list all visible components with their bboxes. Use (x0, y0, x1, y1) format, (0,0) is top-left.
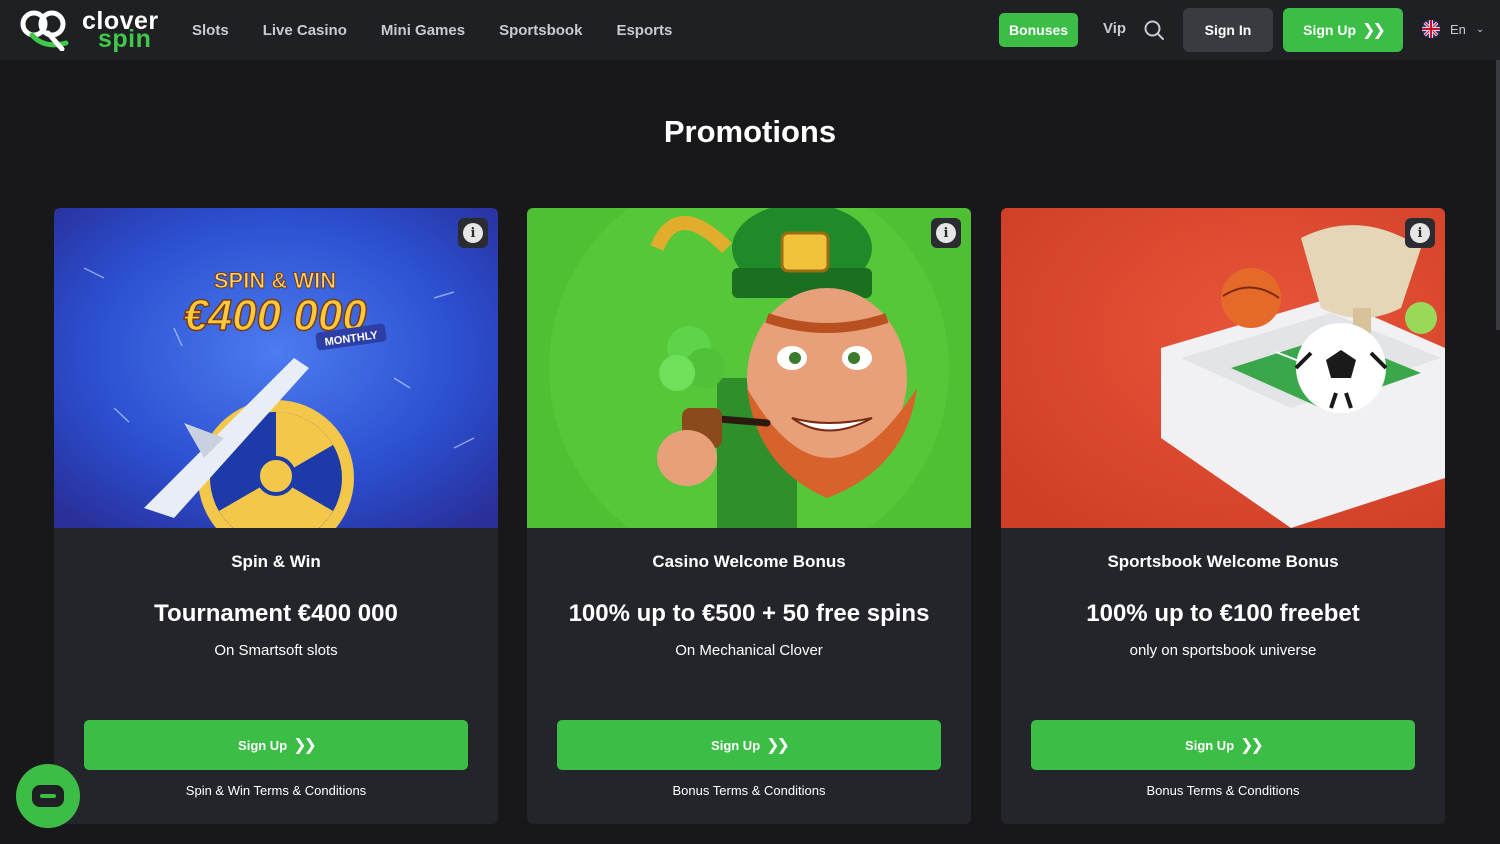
clover-spin-logo[interactable]: clover spin (18, 8, 178, 52)
promo-card-casino-welcome: i Casino Welcome Bonus 100% up to €500 +… (527, 208, 971, 824)
card-subtitle: On Smartsoft slots (214, 642, 338, 659)
main-nav: Slots Live Casino Mini Games Sportsbook … (192, 0, 706, 60)
sign-in-button[interactable]: Sign In (1183, 8, 1273, 52)
promo-banner-image[interactable]: i (1001, 208, 1445, 528)
card-offer: 100% up to €500 + 50 free spins (568, 600, 930, 627)
double-chevron-right-icon: ❯❯ (1362, 22, 1386, 39)
terms-link[interactable]: Bonus Terms & Conditions (1001, 783, 1445, 798)
card-sign-up-label: Sign Up (1185, 737, 1235, 753)
card-sign-up-button[interactable]: Sign Up ❯❯ (84, 720, 468, 770)
double-chevron-right-icon: ❯❯ (766, 737, 790, 754)
info-icon[interactable]: i (458, 218, 488, 248)
page-title: Promotions (663, 114, 837, 149)
vip-link[interactable]: Vip (1103, 20, 1126, 37)
promo-banner-image[interactable]: i (527, 208, 971, 528)
info-icon[interactable]: i (931, 218, 961, 248)
terms-link[interactable]: Bonus Terms & Conditions (527, 783, 971, 798)
bonuses-button[interactable]: Bonuses (999, 13, 1078, 47)
nav-mini-games[interactable]: Mini Games (381, 22, 465, 39)
double-chevron-right-icon: ❯❯ (293, 737, 317, 754)
card-offer: 100% up to €100 freebet (1086, 600, 1360, 627)
chevron-down-icon: ⌄ (1475, 23, 1485, 35)
card-sign-up-label: Sign Up (238, 737, 288, 753)
banner-spin-win-text: SPIN & WIN (214, 268, 336, 293)
header-sign-up-button[interactable]: Sign Up ❯❯ (1283, 8, 1403, 52)
sign-in-label: Sign In (1204, 22, 1252, 38)
promo-card-spin-win: SPIN & WIN €400 000 MONTHLY i Spin & Win… (54, 208, 498, 824)
language-selector[interactable]: En ⌄ (1422, 20, 1484, 38)
clover-logo-icon (20, 10, 69, 51)
card-sign-up-label: Sign Up (711, 737, 761, 753)
nav-sportsbook[interactable]: Sportsbook (499, 22, 582, 39)
card-subtitle: only on sportsbook universe (1129, 642, 1317, 659)
card-title: Casino Welcome Bonus (652, 552, 846, 571)
nav-live-casino[interactable]: Live Casino (263, 22, 347, 39)
promo-banner-image[interactable]: SPIN & WIN €400 000 MONTHLY i (54, 208, 498, 528)
top-header: clover spin Slots Live Casino Mini Games… (0, 0, 1500, 60)
card-offer: Tournament €400 000 (154, 600, 398, 627)
double-chevron-right-icon: ❯❯ (1240, 737, 1264, 754)
chat-bubble-icon (32, 785, 64, 807)
nav-slots[interactable]: Slots (192, 22, 229, 39)
card-title: Sportsbook Welcome Bonus (1107, 552, 1339, 571)
logo-word-spin: spin (98, 25, 152, 53)
uk-flag-icon (1422, 20, 1440, 38)
info-icon[interactable]: i (1405, 218, 1435, 248)
language-label: En (1450, 21, 1466, 37)
chat-button[interactable] (16, 764, 80, 828)
card-subtitle: On Mechanical Clover (675, 642, 823, 659)
card-sign-up-button[interactable]: Sign Up ❯❯ (557, 720, 941, 770)
promo-card-sportsbook-welcome: i Sportsbook Welcome Bonus 100% up to €1… (1001, 208, 1445, 824)
scrollbar[interactable] (1496, 60, 1500, 330)
search-icon[interactable] (1143, 19, 1165, 41)
nav-esports[interactable]: Esports (616, 22, 672, 39)
card-title: Spin & Win (231, 552, 321, 571)
card-sign-up-button[interactable]: Sign Up ❯❯ (1031, 720, 1415, 770)
sign-up-label: Sign Up (1303, 22, 1357, 38)
terms-link[interactable]: Spin & Win Terms & Conditions (54, 783, 498, 798)
